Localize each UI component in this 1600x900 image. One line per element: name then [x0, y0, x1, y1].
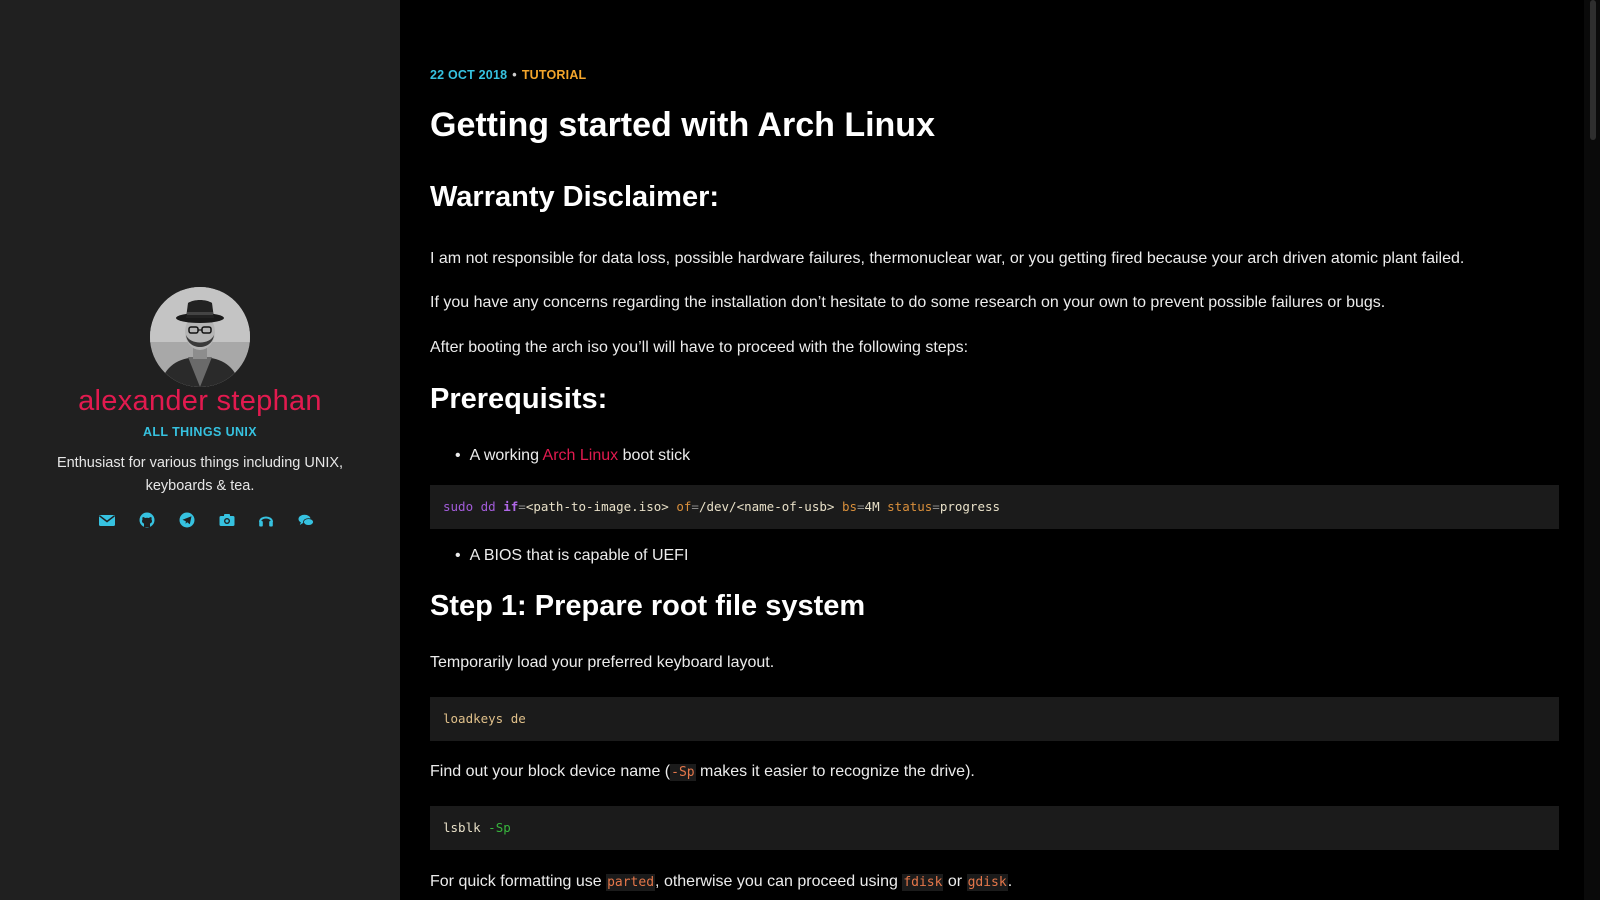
heading-warranty-disclaimer: Warranty Disclaimer:: [430, 181, 720, 213]
list-item-text: A BIOS that is capable of UEFI: [469, 547, 689, 564]
social-links: [0, 510, 400, 530]
paragraph-concerns: If you have any concerns regarding the i…: [430, 294, 1386, 311]
paragraph-steps-intro: After booting the arch iso you’ll will h…: [430, 339, 969, 356]
author-bio: Enthusiast for various things including …: [56, 455, 344, 494]
paragraph-formatting: For quick formatting use parted, otherwi…: [430, 873, 1013, 891]
avatar-photo: [150, 287, 250, 387]
paragraph-keyboard: Temporarily load your preferred keyboard…: [430, 654, 775, 671]
sidebar: alexander stephan ALL THINGS UNIX Enthus…: [0, 0, 400, 900]
paragraph-disclaimer: I am not responsible for data loss, poss…: [430, 250, 1465, 267]
list-item-text: A working: [469, 447, 543, 464]
avatar[interactable]: [150, 287, 250, 387]
post-date: 22 OCT 2018: [430, 68, 508, 82]
github-icon[interactable]: [137, 510, 157, 530]
list-item: • A working Arch Linux boot stick: [455, 447, 691, 464]
post-meta: 22 OCT 2018 • TUTORIAL: [430, 68, 586, 82]
scrollbar[interactable]: [1584, 0, 1600, 900]
meta-separator: •: [512, 68, 517, 82]
post-title: Getting started with Arch Linux: [430, 106, 935, 144]
code-block-lsblk: lsblk -Sp: [430, 806, 1559, 850]
arch-linux-link[interactable]: Arch Linux: [543, 447, 619, 464]
page: alexander stephan ALL THINGS UNIX Enthus…: [0, 0, 1600, 900]
heading-step-1: Step 1: Prepare root file system: [430, 590, 866, 622]
author-tagline: ALL THINGS UNIX: [142, 425, 258, 439]
telegram-icon[interactable]: [177, 510, 197, 530]
post-content: 22 OCT 2018 • TUTORIAL Getting started wit…: [400, 0, 1584, 900]
inline-code: gdisk: [966, 874, 1008, 891]
chat-icon[interactable]: [296, 510, 316, 530]
code-block-loadkeys: loadkeys de: [430, 697, 1559, 741]
inline-code: parted: [606, 874, 656, 891]
camera-icon[interactable]: [217, 510, 237, 530]
list-item: • A BIOS that is capable of UEFI: [455, 547, 689, 564]
scrollbar-thumb[interactable]: [1590, 0, 1596, 140]
post-category[interactable]: TUTORIAL: [522, 68, 587, 82]
code-block-dd: sudo dd if=<path-to-image.iso> of=/dev/<…: [430, 485, 1559, 529]
inline-code: fdisk: [902, 874, 944, 891]
author-name[interactable]: alexander stephan: [0, 385, 400, 418]
paragraph-block-device: Find out your block device name (-Sp mak…: [430, 763, 975, 781]
email-icon[interactable]: [97, 510, 117, 530]
list-item-text: boot stick: [618, 447, 691, 464]
inline-code: -Sp: [670, 764, 696, 781]
heading-prerequisites: Prerequisits:: [430, 383, 608, 415]
headphones-icon[interactable]: [256, 510, 276, 530]
